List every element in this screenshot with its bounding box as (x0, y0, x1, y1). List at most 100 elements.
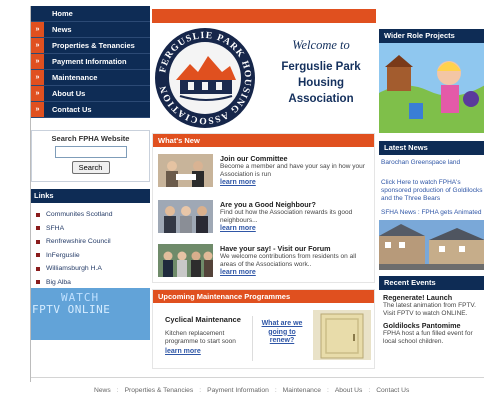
bullet-icon (36, 266, 40, 271)
link-label: Williamsburgh H.A (46, 265, 102, 273)
footer-separator: : (199, 387, 202, 394)
footer-link-about[interactable]: About Us (335, 387, 363, 394)
bullet-icon (36, 226, 40, 231)
footer-link-contact[interactable]: Contact Us (376, 387, 409, 394)
nav-item-contact[interactable]: » Contact Us (31, 102, 150, 118)
nav-arrow-icon: » (31, 38, 44, 53)
link-label: SFHA (46, 224, 65, 232)
nav-arrow-icon: » (31, 70, 44, 85)
nav-arrow-icon: » (31, 54, 44, 69)
whats-new-item: Join our Committee Become a member and h… (158, 154, 372, 192)
search-title: Search FPHA Website (51, 134, 130, 143)
fpha-logo[interactable]: FERGUSLIE PARK HOUSING ASSOCIATION LIMIT… (145, 19, 260, 132)
search-input[interactable] (54, 146, 127, 158)
whats-new-text: Are you a Good Neighbour? Find out how t… (220, 200, 372, 232)
nav-item-news[interactable]: » News (31, 22, 150, 38)
welcome-line1: Welcome to (292, 38, 350, 52)
link-label: Big Alba (46, 278, 71, 286)
whats-new-desc: Become a member and have your say in how… (220, 163, 365, 178)
forum-photo (158, 244, 213, 277)
event-item[interactable]: Goldilocks Pantomime FPHA host a fun fil… (379, 318, 484, 346)
kitchen-door-image (313, 310, 371, 360)
learn-more-link[interactable]: learn more (165, 348, 201, 355)
nav-arrow-icon: » (31, 86, 44, 101)
search-button[interactable]: Search (71, 161, 110, 174)
links-list: Communites Scotland SFHA Renfrewshire Co… (31, 203, 150, 289)
page: Home » News » Properties & Tenancies » P… (0, 0, 484, 398)
whats-new-panel: What's New Join our Committee Become a m… (152, 133, 375, 283)
link-label: InFerguslie (46, 251, 80, 259)
search-panel: Search FPHA Website Search (31, 130, 150, 182)
nav-arrow-icon: » (31, 102, 44, 117)
link-label: Renfrewshire Council (46, 238, 111, 246)
neighbour-photo (158, 200, 213, 233)
whats-new-heading: What's New (153, 134, 374, 147)
footer-link-maintenance[interactable]: Maintenance (283, 387, 321, 394)
news-item[interactable]: Barochan Greenspace land (381, 159, 483, 167)
top-accent-bar (152, 9, 376, 23)
nav-label: News (52, 25, 72, 34)
whats-new-title: Join our Committee (220, 154, 288, 163)
main-nav: Home » News » Properties & Tenancies » P… (31, 6, 150, 118)
bullet-icon (36, 212, 40, 217)
nav-arrow-icon: » (31, 22, 44, 37)
maintenance-item-desc: Kitchen replacement programme to start s… (165, 330, 236, 345)
nav-label: Properties & Tenancies (52, 41, 135, 50)
nav-arrow-icon (31, 6, 44, 21)
learn-more-link[interactable]: learn more (220, 269, 372, 276)
fptv-line2: FPTV ONLINE (32, 303, 111, 316)
nav-item-home[interactable]: Home (31, 6, 150, 22)
nav-label: Payment Information (52, 57, 127, 66)
footer-divider (31, 377, 484, 378)
link-inferguslie[interactable]: InFerguslie (36, 249, 150, 263)
footer-separator: : (326, 387, 329, 394)
divider (252, 316, 253, 361)
welcome-line3: Housing (298, 77, 344, 89)
whats-new-desc: Find out how the Association rewards its… (220, 209, 353, 224)
nav-item-properties[interactable]: » Properties & Tenancies (31, 38, 150, 54)
welcome-heading: Welcome to Ferguslie Park Housing Associ… (266, 38, 376, 107)
nav-item-about[interactable]: » About Us (31, 86, 150, 102)
link-communities-scotland[interactable]: Communites Scotland (36, 208, 150, 222)
fptv-banner[interactable]: WATCH FPTV ONLINE (31, 288, 150, 340)
footer-nav: News : Properties & Tenancies : Payment … (94, 387, 409, 394)
news-item[interactable]: Click Here to watch FPHA's sponsored pro… (381, 179, 483, 203)
footer-link-properties[interactable]: Properties & Tenancies (125, 387, 194, 394)
bullet-icon (36, 239, 40, 244)
link-williamsburgh[interactable]: Williamsburgh H.A (36, 262, 150, 276)
nav-label: About Us (52, 89, 86, 98)
event-title: Goldilocks Pantomime (383, 321, 461, 330)
footer-separator: : (274, 387, 277, 394)
event-item[interactable]: Regenerate! Launch The latest animation … (379, 290, 484, 318)
whats-new-text: Have your say! - Visit our Forum We welc… (220, 244, 372, 276)
latest-news-list: Barochan Greenspace land Click Here to w… (379, 155, 484, 217)
footer-link-payment[interactable]: Payment Information (207, 387, 269, 394)
whats-new-item: Have your say! - Visit our Forum We welc… (158, 244, 372, 282)
learn-more-link[interactable]: learn more (220, 179, 372, 186)
link-label: Communites Scotland (46, 211, 113, 219)
nav-item-maintenance[interactable]: » Maintenance (31, 70, 150, 86)
nav-item-payment[interactable]: » Payment Information (31, 54, 150, 70)
renew-question-link[interactable]: What are we going to renew? (256, 320, 308, 346)
recent-events-heading: Recent Events (379, 276, 484, 290)
welcome-line4: Association (288, 93, 354, 105)
wider-role-heading: Wider Role Projects (379, 29, 484, 43)
right-column: Wider Role Projects Latest News Barochan… (379, 29, 484, 346)
links-heading: Links (31, 189, 150, 203)
maintenance-item-title: Cyclical Maintenance (165, 315, 241, 324)
latest-news-heading: Latest News (379, 141, 484, 155)
learn-more-link[interactable]: learn more (220, 225, 372, 232)
recent-events-panel: Recent Events Regenerate! Launch The lat… (379, 276, 484, 346)
news-item[interactable]: SFHA News : FPHA gets Animated (381, 209, 483, 217)
footer-separator: : (368, 387, 371, 394)
committee-photo (158, 154, 213, 187)
wider-role-image[interactable] (379, 43, 484, 133)
event-desc: FPHA host a fun filled event for local s… (383, 330, 473, 345)
link-big-alba[interactable]: Big Alba (36, 276, 150, 290)
link-renfrewshire-council[interactable]: Renfrewshire Council (36, 235, 150, 249)
bullet-icon (36, 253, 40, 258)
footer-link-news[interactable]: News (94, 387, 111, 394)
link-sfha[interactable]: SFHA (36, 222, 150, 236)
left-column: Home » News » Properties & Tenancies » P… (31, 6, 150, 340)
whats-new-title: Have your say! - Visit our Forum (220, 244, 331, 253)
